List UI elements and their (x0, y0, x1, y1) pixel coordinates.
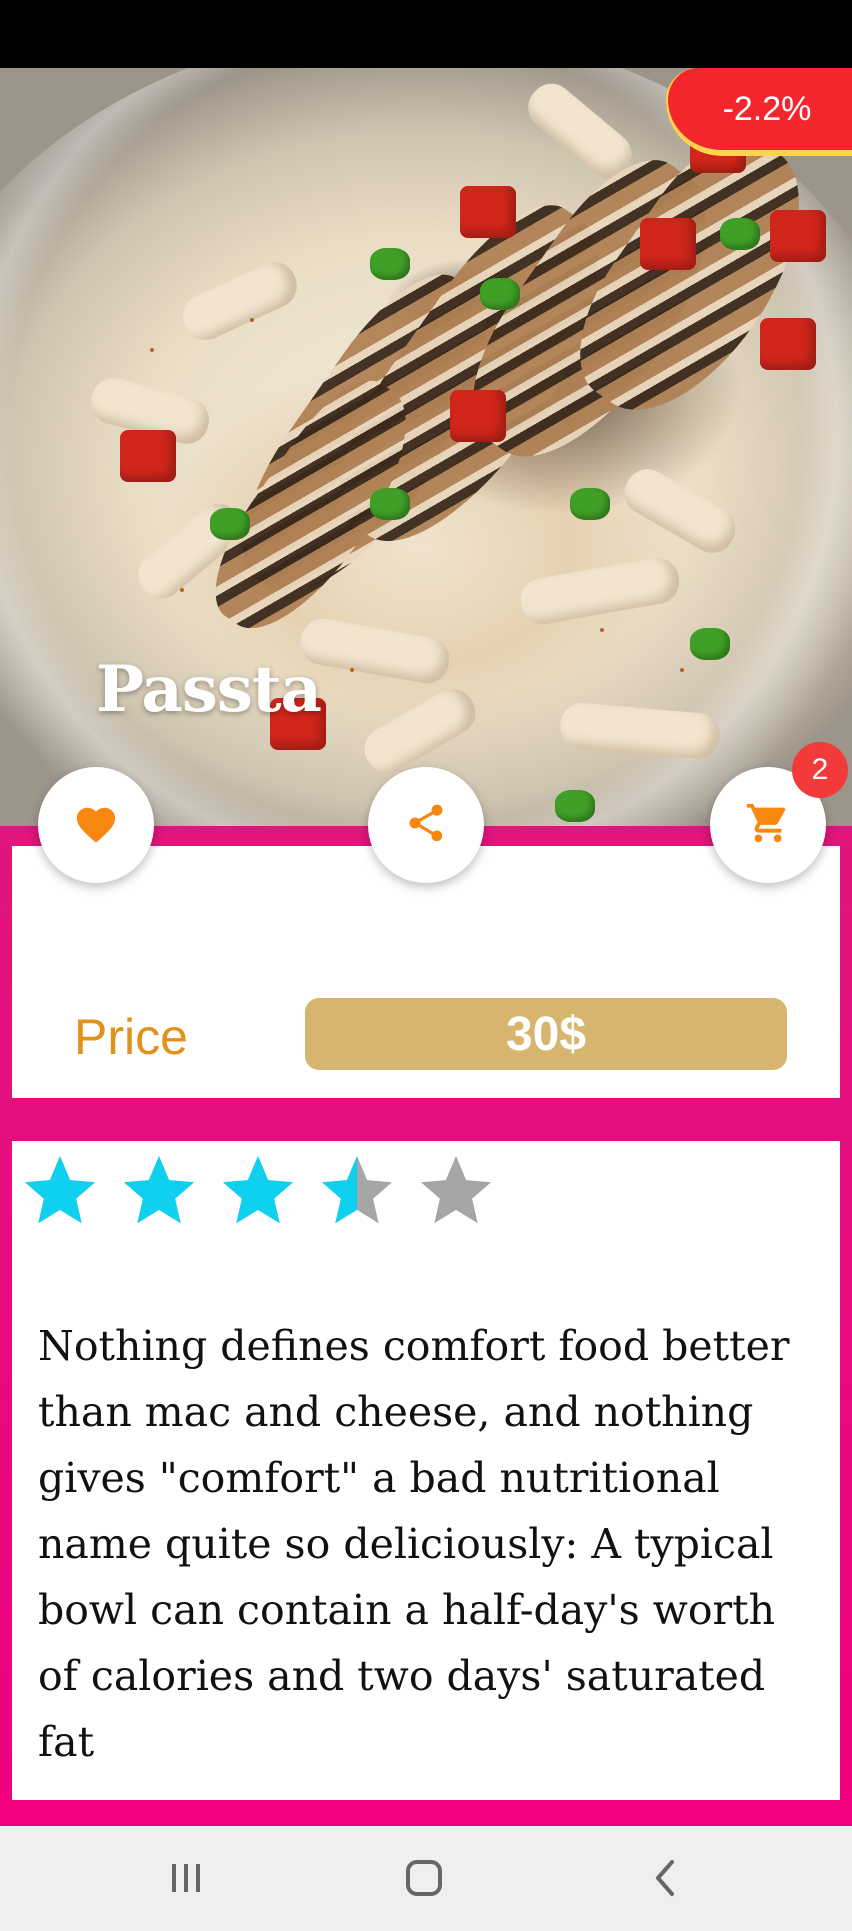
cart-icon (745, 800, 791, 851)
rating-star-2[interactable] (117, 1149, 201, 1233)
dish-title: Passta (96, 652, 322, 727)
share-icon (404, 800, 448, 851)
rating-star-4[interactable] (315, 1149, 399, 1233)
price-value: 30$ (305, 998, 787, 1070)
recents-icon[interactable] (168, 1858, 204, 1903)
share-button[interactable] (368, 767, 484, 883)
description-card: Nothing defines comfort food better than… (12, 1141, 840, 1800)
rating-star-5[interactable] (414, 1149, 498, 1233)
discount-badge: -2.2% (666, 68, 852, 156)
navigation-bar (0, 1826, 852, 1931)
cart-count-badge: 2 (792, 742, 848, 798)
status-bar (0, 0, 852, 68)
rating-star-3[interactable] (216, 1149, 300, 1233)
favorite-button[interactable] (38, 767, 154, 883)
price-card: Price 30$ (12, 846, 840, 1098)
rating-star-1[interactable] (18, 1149, 102, 1233)
rating-stars (18, 1149, 498, 1233)
home-icon[interactable] (404, 1858, 444, 1903)
price-label: Price (74, 1009, 188, 1065)
description-text: Nothing defines comfort food better than… (38, 1322, 790, 1766)
back-icon[interactable] (650, 1858, 678, 1903)
heart-icon (73, 802, 119, 849)
